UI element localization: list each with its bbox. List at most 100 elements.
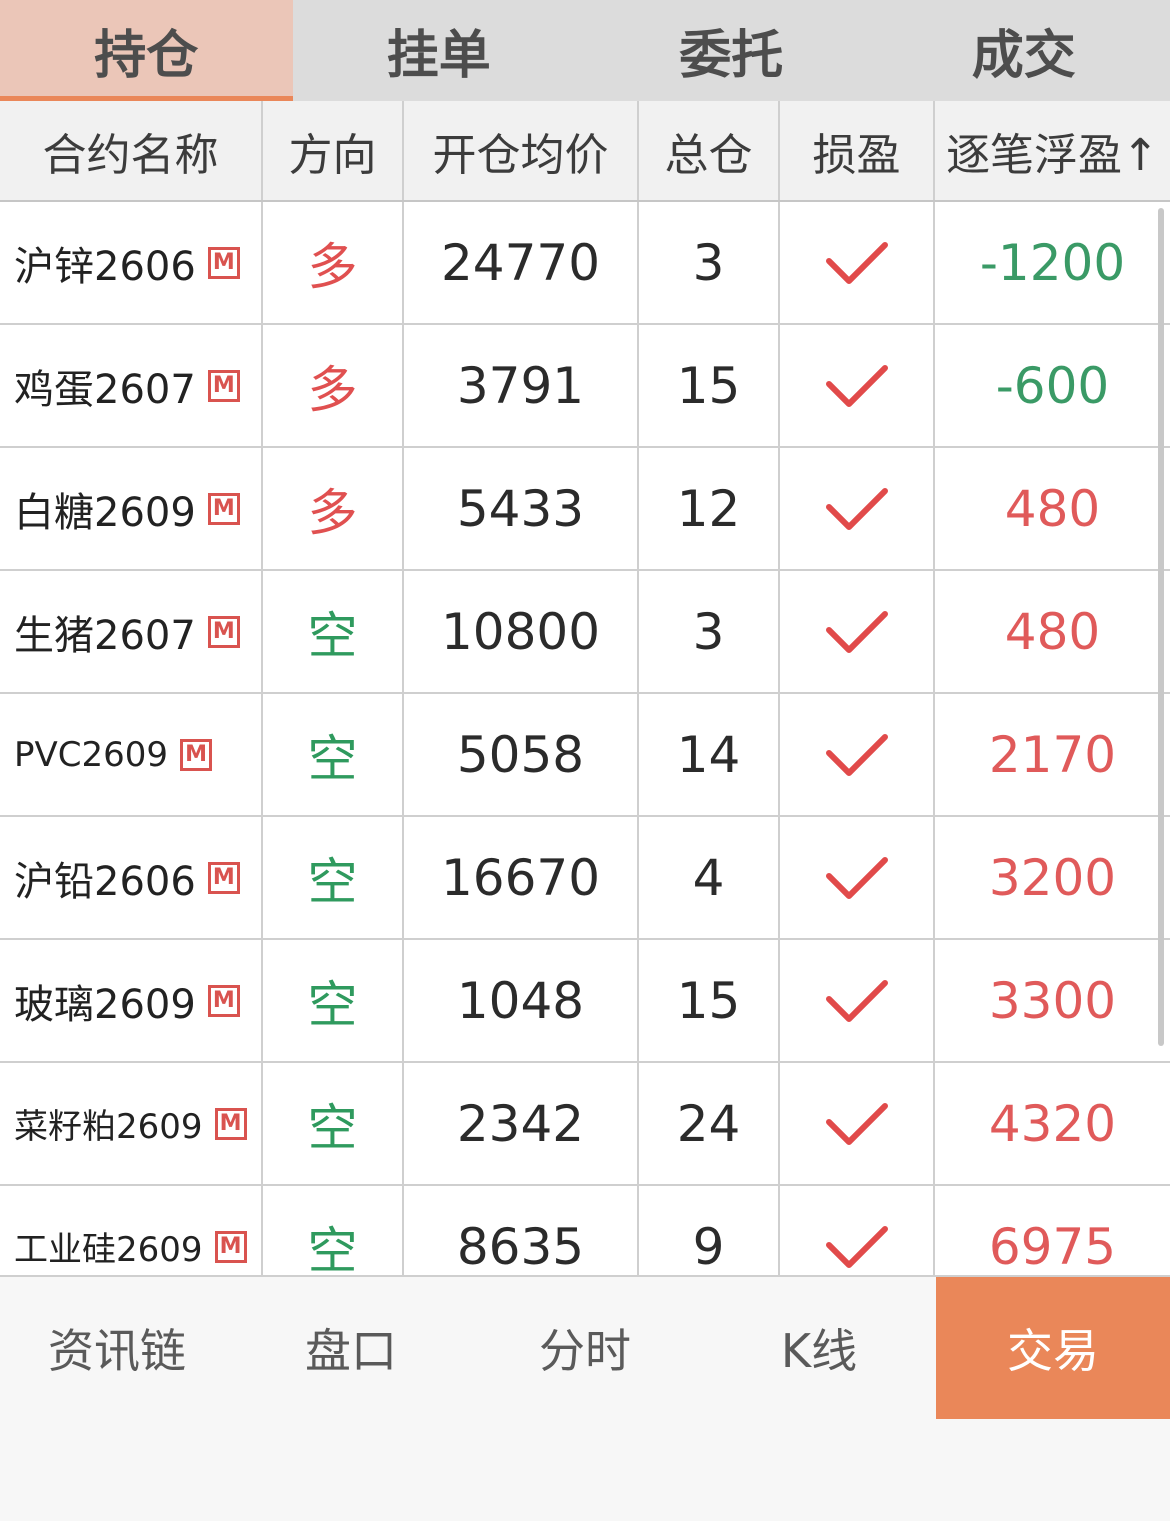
avg-price-cell: 3791 xyxy=(404,325,639,446)
contract-name: 沪铅2606 xyxy=(14,858,196,905)
tab-trades[interactable]: 成交 xyxy=(878,0,1170,101)
stop-profit-cell[interactable] xyxy=(780,817,935,938)
avg-price-cell: 5433 xyxy=(404,448,639,569)
table-row[interactable]: 菜籽粕2609 M 空 2342 24 4320 xyxy=(0,1063,1170,1186)
direction-cell: 多 xyxy=(263,202,404,323)
contract-name: 沪锌2606 xyxy=(14,243,196,290)
table-row[interactable]: 鸡蛋2607 M 多 3791 15 -600 xyxy=(0,325,1170,448)
total-position-cell: 15 xyxy=(639,325,780,446)
table-row[interactable]: 工业硅2609 M 空 8635 9 6975 xyxy=(0,1186,1170,1275)
nav-kline[interactable]: K线 xyxy=(702,1277,936,1419)
tab-label: 持仓 xyxy=(94,26,199,86)
avg-price-cell: 2342 xyxy=(404,1063,639,1184)
m-badge-icon: M xyxy=(180,738,213,771)
check-icon xyxy=(825,364,888,407)
table-row[interactable]: 沪锌2606 M 多 24770 3 -1200 xyxy=(0,202,1170,325)
direction-cell: 空 xyxy=(263,817,404,938)
direction-cell: 空 xyxy=(263,1186,404,1275)
avg-price-cell: 10800 xyxy=(404,571,639,692)
check-icon xyxy=(825,979,888,1022)
header-contract-name[interactable]: 合约名称 xyxy=(0,101,263,200)
table-row[interactable]: PVC2609 M 空 5058 14 2170 xyxy=(0,694,1170,817)
contract-name-cell: 沪铅2606 M xyxy=(0,817,263,938)
table-row[interactable]: 生猪2607 M 空 10800 3 480 xyxy=(0,571,1170,694)
tab-positions[interactable]: 持仓 xyxy=(0,0,293,101)
nav-order-book[interactable]: 盘口 xyxy=(234,1277,468,1419)
floating-pnl-cell: 4320 xyxy=(988,1094,1117,1153)
header-total[interactable]: 总仓 xyxy=(639,101,780,200)
floating-pnl-cell: 480 xyxy=(1004,602,1101,661)
direction-cell: 多 xyxy=(263,325,404,446)
direction-label: 空 xyxy=(307,606,358,665)
m-badge-icon: M xyxy=(207,861,240,894)
direction-cell: 空 xyxy=(263,694,404,815)
m-badge-icon: M xyxy=(207,246,240,279)
stop-profit-cell[interactable] xyxy=(780,325,935,446)
contract-name-cell: 沪锌2606 M xyxy=(0,202,263,323)
header-floating-pnl-sort[interactable]: 逐笔浮盈↑ xyxy=(935,101,1170,200)
header-stop-profit[interactable]: 损盈 xyxy=(780,101,935,200)
check-icon xyxy=(825,241,888,284)
stop-profit-cell[interactable] xyxy=(780,202,935,323)
floating-pnl-cell: 2170 xyxy=(988,725,1117,784)
bottom-nav: 资讯链 盘口 分时 K线 交易 xyxy=(0,1275,1170,1521)
total-position-cell: 14 xyxy=(639,694,780,815)
contract-name-cell: 菜籽粕2609 M xyxy=(0,1063,263,1184)
nav-news-chain[interactable]: 资讯链 xyxy=(0,1277,234,1419)
nav-intraday[interactable]: 分时 xyxy=(468,1277,702,1419)
check-icon xyxy=(825,610,888,653)
contract-name: 鸡蛋2607 xyxy=(14,366,196,413)
stop-profit-cell[interactable] xyxy=(780,1063,935,1184)
avg-price-cell: 5058 xyxy=(404,694,639,815)
positions-table-body[interactable]: 沪锌2606 M 多 24770 3 -1200 鸡蛋2607 M 多 3791 15 -600 白糖2… xyxy=(0,202,1170,1275)
m-badge-icon: M xyxy=(207,984,240,1017)
floating-pnl-cell: -1200 xyxy=(979,233,1126,292)
table-row[interactable]: 白糖2609 M 多 5433 12 480 xyxy=(0,448,1170,571)
contract-name-cell: 白糖2609 M xyxy=(0,448,263,569)
check-icon xyxy=(825,1225,888,1268)
header-avg-price[interactable]: 开仓均价 xyxy=(404,101,639,200)
avg-price-cell: 8635 xyxy=(404,1186,639,1275)
direction-cell: 多 xyxy=(263,448,404,569)
contract-name: 玻璃2609 xyxy=(14,981,196,1028)
direction-label: 空 xyxy=(307,1221,358,1276)
direction-cell: 空 xyxy=(263,571,404,692)
stop-profit-cell[interactable] xyxy=(780,448,935,569)
contract-name: 菜籽粕2609 xyxy=(14,1107,203,1147)
contract-name: 白糖2609 xyxy=(14,489,196,536)
scrollbar[interactable] xyxy=(1158,208,1164,1046)
avg-price-cell: 24770 xyxy=(404,202,639,323)
table-row[interactable]: 沪铅2606 M 空 16670 4 3200 xyxy=(0,817,1170,940)
direction-label: 空 xyxy=(307,975,358,1034)
floating-pnl-cell: 480 xyxy=(1004,479,1101,538)
nav-trade[interactable]: 交易 xyxy=(936,1277,1170,1419)
table-header: 合约名称 方向 开仓均价 总仓 损盈 逐笔浮盈↑ xyxy=(0,101,1170,202)
stop-profit-cell[interactable] xyxy=(780,940,935,1061)
top-tabs: 持仓 挂单 委托 成交 xyxy=(0,0,1170,101)
direction-label: 空 xyxy=(307,852,358,911)
header-direction[interactable]: 方向 xyxy=(263,101,404,200)
direction-label: 多 xyxy=(307,237,358,296)
avg-price-cell: 16670 xyxy=(404,817,639,938)
direction-label: 多 xyxy=(307,360,358,419)
total-position-cell: 9 xyxy=(639,1186,780,1275)
m-badge-icon: M xyxy=(207,615,240,648)
check-icon xyxy=(825,856,888,899)
stop-profit-cell[interactable] xyxy=(780,571,935,692)
contract-name: PVC2609 xyxy=(14,734,169,775)
check-icon xyxy=(825,487,888,530)
check-icon xyxy=(825,733,888,776)
m-badge-icon: M xyxy=(207,492,240,525)
tab-pending-orders[interactable]: 挂单 xyxy=(293,0,586,101)
contract-name: 生猪2607 xyxy=(14,612,196,659)
direction-label: 多 xyxy=(307,483,358,542)
table-row[interactable]: 玻璃2609 M 空 1048 15 3300 xyxy=(0,940,1170,1063)
stop-profit-cell[interactable] xyxy=(780,1186,935,1275)
tab-label: 挂单 xyxy=(386,26,491,86)
direction-label: 空 xyxy=(307,729,358,788)
stop-profit-cell[interactable] xyxy=(780,694,935,815)
check-icon xyxy=(825,1102,888,1145)
contract-name-cell: 生猪2607 M xyxy=(0,571,263,692)
total-position-cell: 12 xyxy=(639,448,780,569)
tab-orders[interactable]: 委托 xyxy=(585,0,878,101)
